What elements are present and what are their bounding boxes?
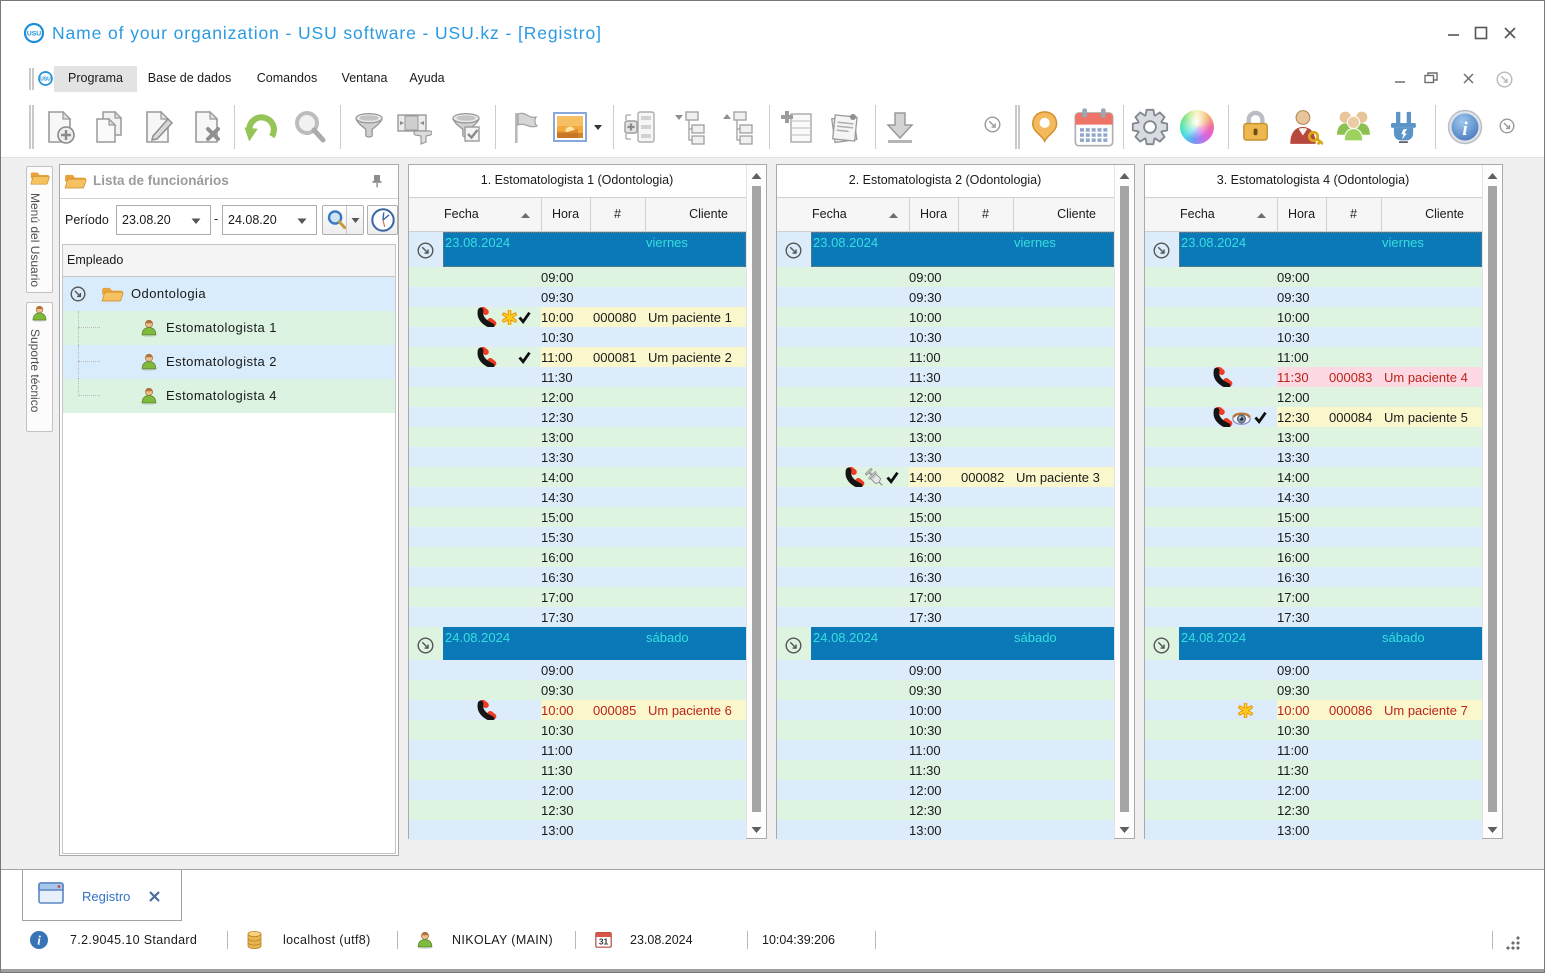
svg-text:USU: USU <box>27 30 41 37</box>
svg-text:i: i <box>37 933 41 948</box>
svg-text:31: 31 <box>599 937 609 947</box>
svg-text:i: i <box>1462 119 1468 140</box>
svg-text:USU: USU <box>40 76 51 82</box>
